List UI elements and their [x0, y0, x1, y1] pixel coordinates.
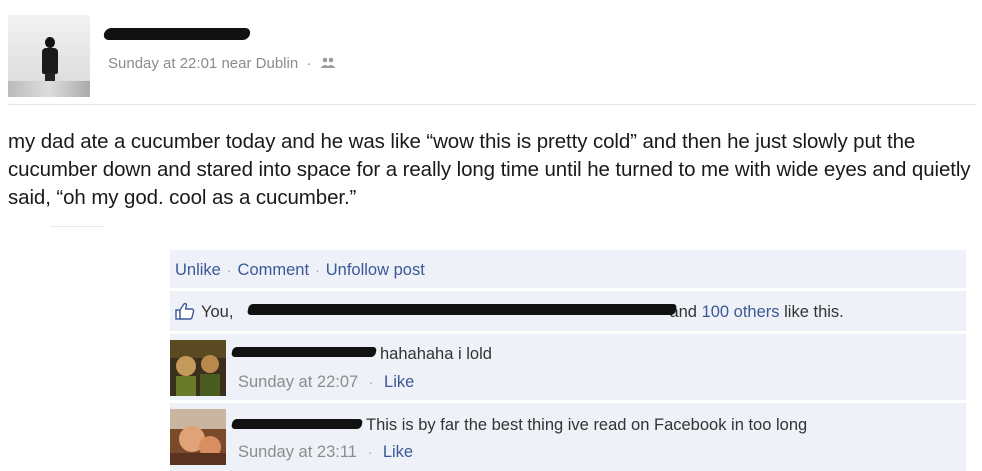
liker-names-redacted[interactable]: [246, 304, 678, 315]
commenter-avatar[interactable]: [170, 340, 226, 396]
avatar-figure-body: [42, 48, 58, 74]
post-text: my dad ate a cucumber today and he was l…: [8, 130, 971, 209]
post-location[interactable]: Dublin: [256, 55, 299, 72]
action-separator: ·: [226, 262, 232, 278]
comment: hahahaha i lold Sunday at 22:07 · Like: [170, 334, 966, 400]
likes-prefix[interactable]: You,: [201, 303, 233, 321]
commenter-name-redacted[interactable]: [230, 419, 364, 429]
post-timestamp[interactable]: Sunday at 22:01: [108, 55, 217, 72]
commenter-avatar[interactable]: [170, 409, 226, 465]
comment-like-link[interactable]: Like: [383, 443, 413, 461]
comment: This is by far the best thing ive read o…: [170, 403, 966, 471]
comment-text: This is by far the best thing ive read o…: [366, 416, 808, 434]
comment-meta: Sunday at 22:07 · Like: [238, 373, 414, 392]
author-avatar[interactable]: [8, 15, 90, 97]
post-divider: [50, 226, 104, 227]
avatar-ground: [8, 81, 90, 97]
avatar-figure-head: [45, 37, 55, 48]
author-name-redacted[interactable]: [102, 28, 252, 40]
actions-bar: Unlike · Comment · Unfollow post: [170, 250, 966, 289]
comment-timestamp[interactable]: Sunday at 22:07: [238, 373, 358, 391]
meta-separator: ·: [306, 55, 312, 72]
unfollow-post-link[interactable]: Unfollow post: [326, 261, 425, 279]
likes-suffix: like this.: [784, 303, 844, 321]
likes-others-link[interactable]: 100 others: [702, 303, 780, 321]
unlike-link[interactable]: Unlike: [175, 261, 221, 279]
commenter-name-redacted[interactable]: [230, 347, 378, 357]
header-divider: [8, 104, 976, 105]
action-separator: ·: [315, 262, 320, 278]
location-prefix: near: [221, 55, 252, 72]
likes-bar: You, and 100 others like this.: [170, 291, 966, 331]
comment-timestamp[interactable]: Sunday at 23:11: [238, 443, 357, 461]
comment-like-link[interactable]: Like: [384, 373, 414, 391]
thumbs-up-icon: [175, 302, 195, 320]
comment-separator: ·: [368, 374, 374, 390]
post-meta: Sunday at 22:01 near Dublin ·: [108, 55, 336, 72]
friends-icon[interactable]: [320, 57, 336, 69]
comment-separator: ·: [367, 444, 373, 460]
comment-link[interactable]: Comment: [238, 261, 310, 279]
comment-meta: Sunday at 23:11 · Like: [238, 443, 413, 462]
comment-text: hahahaha i lold: [380, 345, 492, 363]
